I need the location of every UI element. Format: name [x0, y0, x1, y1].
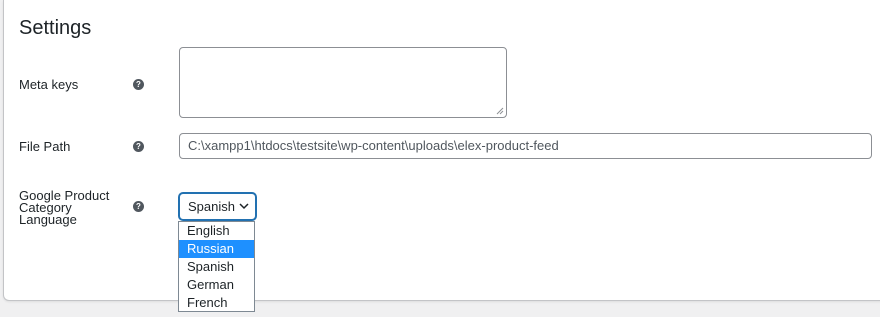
file-path-input[interactable]: C:\xampp1\htdocs\testsite\wp-content\upl…: [179, 133, 872, 159]
resize-grip-icon[interactable]: [496, 107, 504, 115]
dropdown-option-french[interactable]: French: [179, 294, 254, 312]
help-icon[interactable]: ?: [133, 141, 144, 152]
settings-panel: Settings Meta keys ? File Path ? C:\xamp…: [3, 0, 880, 301]
language-select[interactable]: Spanish: [179, 193, 256, 220]
language-dropdown-list: English Russian Spanish German French: [178, 221, 255, 312]
meta-keys-label: Meta keys: [19, 77, 79, 92]
language-select-value: Spanish: [188, 199, 235, 214]
dropdown-option-russian[interactable]: Russian: [179, 240, 254, 258]
file-path-label: File Path: [19, 139, 71, 154]
language-label: Google Product Category Language: [19, 189, 109, 227]
dropdown-option-german[interactable]: German: [179, 276, 254, 294]
chevron-down-icon: [239, 203, 249, 210]
help-icon[interactable]: ?: [133, 79, 144, 90]
meta-keys-textarea[interactable]: [179, 47, 507, 118]
section-title: Settings: [19, 17, 92, 39]
language-label-line: Language: [19, 212, 77, 227]
dropdown-option-english[interactable]: English: [179, 222, 254, 240]
help-icon[interactable]: ?: [133, 201, 144, 212]
dropdown-option-spanish[interactable]: Spanish: [179, 258, 254, 276]
